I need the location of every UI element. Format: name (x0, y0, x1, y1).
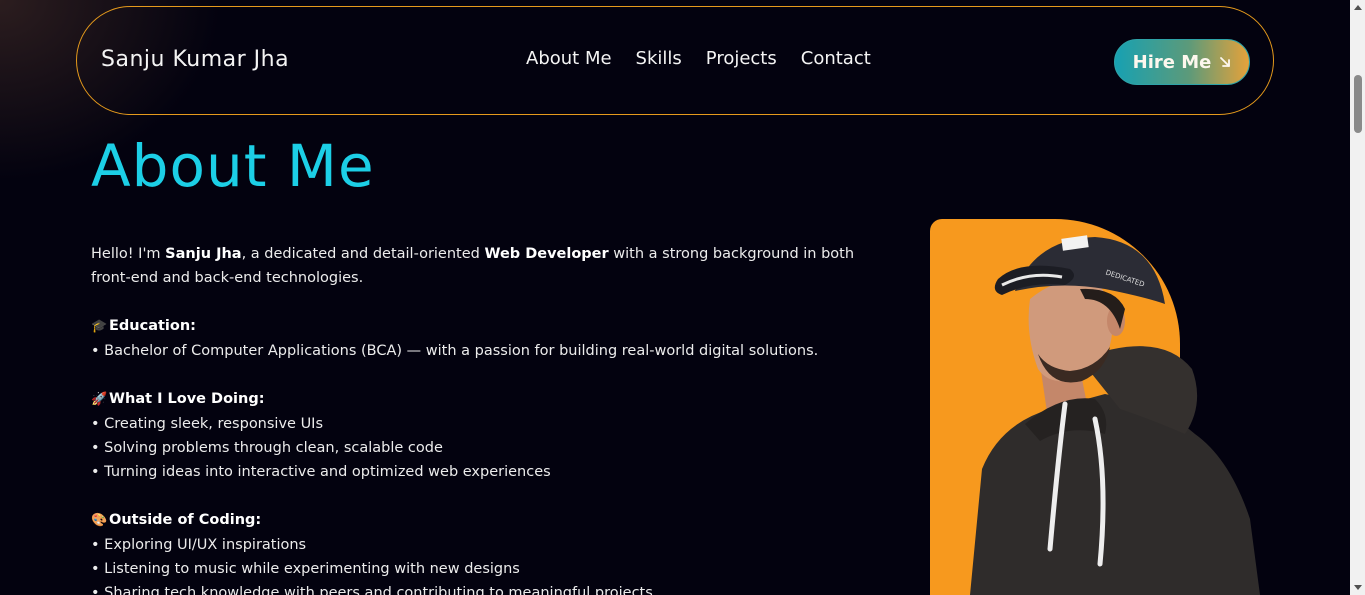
list-item: • Listening to music while experimenting… (91, 561, 520, 577)
rocket-icon: 🚀 (91, 392, 108, 407)
intro-mid: , a dedicated and detail-oriented (241, 246, 485, 262)
list-item: • Creating sleek, responsive UIs (91, 416, 324, 432)
love-heading-text: What I Love Doing: (109, 391, 265, 407)
intro-pre: Hello! I'm (91, 246, 166, 262)
intro-role: Web Developer (484, 246, 609, 262)
scroll-up-icon[interactable] (1354, 5, 1362, 10)
intro-name: Sanju Jha (165, 246, 242, 262)
scroll-down-icon[interactable] (1354, 585, 1362, 590)
nav-links: About Me Skills Projects Contact (526, 48, 871, 69)
hire-me-label: Hire Me (1132, 51, 1212, 73)
vertical-scrollbar[interactable] (1350, 0, 1365, 595)
outside-heading-text: Outside of Coding: (109, 512, 262, 528)
brand-name[interactable]: Sanju Kumar Jha (101, 47, 289, 72)
list-item: • Bachelor of Computer Applications (BCA… (91, 343, 819, 359)
palette-icon: 🎨 (91, 513, 108, 528)
navbar: Sanju Kumar Jha About Me Skills Projects… (76, 6, 1274, 115)
about-text: Hello! I'm Sanju Jha, a dedicated and de… (91, 242, 891, 595)
person-illustration: DEDICATED (970, 235, 1260, 595)
page: Sanju Kumar Jha About Me Skills Projects… (0, 0, 1365, 595)
outside-heading: 🎨 Outside of Coding: (91, 508, 891, 533)
education-heading-text: Education: (109, 318, 196, 334)
hire-me-button[interactable]: Hire Me (1114, 39, 1250, 85)
education-heading: 🎓 Education: (91, 314, 891, 339)
list-item: • Turning ideas into interactive and opt… (91, 464, 551, 480)
list-item: • Solving problems through clean, scalab… (91, 440, 443, 456)
nav-link-projects[interactable]: Projects (706, 48, 777, 69)
nav-link-skills[interactable]: Skills (636, 48, 682, 69)
nav-link-about[interactable]: About Me (526, 48, 612, 69)
arrow-down-right-icon (1219, 56, 1231, 68)
graduation-cap-icon: 🎓 (91, 319, 108, 334)
scroll-thumb[interactable] (1354, 75, 1362, 133)
intro-paragraph: Hello! I'm Sanju Jha, a dedicated and de… (91, 242, 891, 290)
nav-link-contact[interactable]: Contact (801, 48, 871, 69)
page-title: About Me (91, 132, 375, 200)
list-item: • Sharing tech knowledge with peers and … (91, 585, 653, 595)
love-heading: 🚀 What I Love Doing: (91, 387, 891, 412)
list-item: • Exploring UI/UX inspirations (91, 537, 307, 553)
profile-photo: DEDICATED (930, 219, 1260, 595)
